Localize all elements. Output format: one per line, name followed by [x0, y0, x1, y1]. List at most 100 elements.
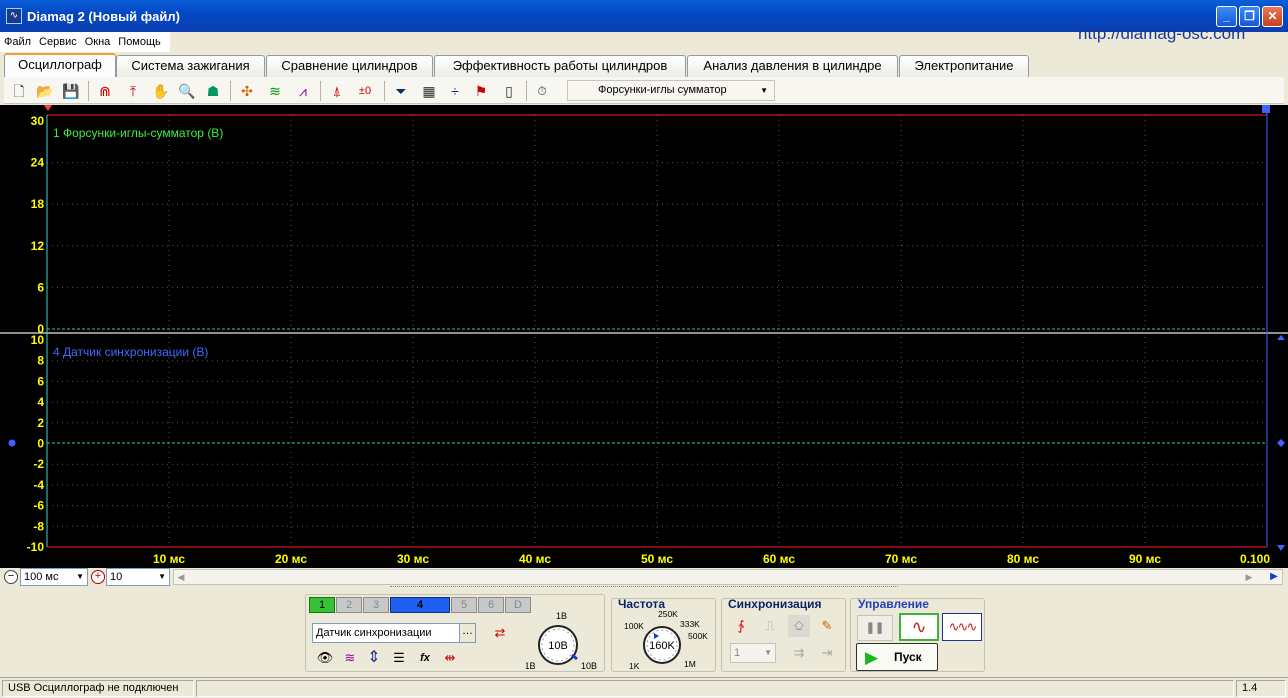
preset-dropdown[interactable]: Форсунки-иглы сумматор ▼ — [567, 80, 775, 101]
open-folder-icon[interactable]: 📂 — [34, 80, 56, 102]
sync-title: Синхронизация — [728, 597, 822, 611]
more-icon[interactable]: … — [459, 624, 475, 642]
plot2-y-tick: 8 — [37, 354, 44, 368]
freq-label-100k: 100K — [624, 621, 644, 631]
offset-icon[interactable]: ⇹ — [439, 647, 461, 669]
chevron-down-icon: ▼ — [76, 572, 84, 581]
channel-1-button[interactable]: 1 — [309, 597, 335, 613]
save-icon[interactable]: 💾 — [60, 80, 82, 102]
channel-3-button[interactable]: 3 — [363, 597, 389, 613]
grid-icon[interactable]: ▦ — [418, 80, 440, 102]
control-title: Управление — [858, 597, 929, 611]
freq-label-333k: 333K — [680, 619, 700, 629]
single-wave-icon[interactable]: ∿ — [899, 613, 939, 641]
zoom-in-icon[interactable]: + — [91, 570, 105, 584]
frequency-knob[interactable]: 160K 100K 250K 333K 500K 1K 1M — [612, 609, 717, 671]
cursor-measure-icon[interactable]: ⤒ — [122, 80, 144, 102]
sync-channel-select[interactable]: 1 ▼ — [730, 643, 776, 663]
control-panel: Управление ❚❚ ∿ ∿∿∿ ▶ Пуск — [850, 597, 985, 672]
plot2-y-tick: -10 — [27, 540, 45, 554]
x-tick-label: 80 мс — [1007, 552, 1039, 566]
split-icon[interactable]: ÷ — [444, 80, 466, 102]
notes-icon[interactable]: ▯ — [498, 80, 520, 102]
tab-power[interactable]: Электропитание — [899, 55, 1029, 77]
play-icon: ▶ — [865, 648, 879, 667]
start-label: Пуск — [894, 650, 922, 664]
menu-windows[interactable]: Окна — [81, 32, 115, 48]
x-tick-label: 0.100 — [1240, 552, 1270, 566]
offset-marker-left[interactable] — [8, 439, 16, 447]
channel-6-button[interactable]: 6 — [478, 597, 504, 613]
frequency-value: 160K — [649, 640, 675, 652]
oscilloscope-display[interactable]: 1 Форсунки-иглы-сумматор (В) 4 Датчик си… — [0, 105, 1288, 568]
compress-icon[interactable]: ✣ — [236, 80, 258, 102]
vertical-scale-icon[interactable]: ⇕ — [363, 647, 385, 669]
sensor-value: Датчик синхронизации — [316, 627, 432, 639]
timebase-select[interactable]: 100 мс ▼ — [20, 568, 88, 586]
scroll-right-icon[interactable]: ▶ — [1242, 570, 1256, 584]
eye-icon[interactable]: 👁 — [314, 647, 336, 669]
toolbar: 🗋 📂 💾 ⋒ ⤒ ✋ 🔍 ☗ ✣ ≋ ⩘ ⍋ ±0 ⏷ ▦ ÷ ⚑ ▯ ⏱ Ф… — [4, 77, 1284, 104]
plot1-y-tick: 12 — [31, 239, 45, 253]
tab-cylinder-efficiency[interactable]: Эффективность работы цилиндров — [434, 55, 686, 77]
tab-ignition[interactable]: Система зажигания — [116, 55, 265, 77]
continuous-wave-icon[interactable]: ∿∿∿ — [942, 613, 982, 641]
zoom-out-icon[interactable]: − — [4, 570, 18, 584]
plot2-y-tick: 6 — [37, 374, 44, 388]
auto-timer-icon[interactable]: ⏱ — [531, 80, 553, 102]
menu-help[interactable]: Помощь — [114, 32, 165, 48]
pause-icon[interactable]: ❚❚ — [857, 615, 893, 641]
start-button[interactable]: ▶ Пуск — [856, 643, 938, 671]
sync-level-icon[interactable]: ⇉ — [788, 642, 810, 664]
plot1-label: 1 Форсунки-иглы-сумматор (В) — [53, 126, 223, 140]
filter-funnel-icon[interactable]: ⏷ — [390, 80, 412, 102]
waves-icon[interactable]: ≋ — [264, 80, 286, 102]
sensor-swap-icon[interactable]: ⇄ — [489, 622, 511, 644]
probe-icon[interactable]: ⋒ — [94, 80, 116, 102]
channel-marker-top[interactable] — [1262, 105, 1270, 113]
voltage-knob[interactable]: 10В 1В 0.1В 10В — [526, 609, 606, 671]
close-button[interactable]: ✕ — [1262, 6, 1283, 27]
tab-oscilloscope[interactable]: Осциллограф — [4, 53, 116, 77]
auto-trigger-icon[interactable]: ✎ — [816, 615, 838, 637]
zoom-icon[interactable]: 🔍 — [176, 80, 198, 102]
trigger-down-icon[interactable]: ⎐ — [788, 615, 810, 637]
horizontal-scrollbar[interactable]: ◀ ▶ ▶ — [173, 569, 1283, 585]
filter-icon[interactable]: ☗ — [202, 80, 224, 102]
website-link[interactable]: http://diamag-osc.com — [1078, 24, 1245, 44]
menu-file[interactable]: Файл — [0, 32, 35, 48]
auto-scale-icon[interactable]: ⍋ — [326, 80, 348, 102]
line-style-icon[interactable]: ☰ — [388, 647, 410, 669]
channel-5-button[interactable]: 5 — [451, 597, 477, 613]
hand-pan-icon[interactable]: ✋ — [150, 80, 172, 102]
menu-bar: Файл Сервис Окна Помощь — [0, 32, 170, 52]
connection-status: USB Осциллограф не подключен — [2, 680, 194, 697]
function-icon[interactable]: fx — [414, 647, 436, 669]
sync-center-icon[interactable]: ⇥ — [816, 642, 838, 664]
wave-lines-icon[interactable]: ⩘ — [292, 80, 314, 102]
trigger-up-icon[interactable]: ⎍ — [759, 615, 781, 637]
freq-label-250k: 250K — [658, 609, 678, 619]
play-forward-icon[interactable]: ▶ — [1266, 570, 1282, 584]
timebase-row: − 100 мс ▼ + 10 ▼ ◀ ▶ ▶ — [0, 568, 1288, 586]
channel-2-button[interactable]: 2 — [336, 597, 362, 613]
rising-edge-icon[interactable]: ∱ — [730, 615, 752, 637]
zero-offset-icon[interactable]: ±0 — [354, 80, 376, 102]
scroll-left-icon[interactable]: ◀ — [174, 570, 188, 584]
version-status: 1.4 — [1236, 680, 1286, 697]
channel-4-button[interactable]: 4 — [390, 597, 450, 613]
wave-invert-icon[interactable]: ≋ — [339, 647, 361, 669]
new-file-icon[interactable]: 🗋 — [8, 80, 30, 102]
sensor-field[interactable]: Датчик синхронизации … — [312, 623, 476, 643]
plot1-y-tick: 6 — [37, 280, 44, 294]
chevron-down-icon: ▼ — [764, 648, 772, 657]
panel-splitter[interactable] — [390, 586, 898, 592]
marker-flag-icon[interactable]: ⚑ — [470, 80, 492, 102]
count-select[interactable]: 10 ▼ — [106, 568, 170, 586]
menu-service[interactable]: Сервис — [35, 32, 81, 48]
tab-cylinder-compare[interactable]: Сравнение цилиндров — [266, 55, 433, 77]
knob-value: 10В — [548, 640, 568, 652]
plot2-y-tick: 0 — [37, 437, 44, 451]
knob-min-label: 0.1В — [526, 661, 536, 671]
tab-pressure-analysis[interactable]: Анализ давления в цилиндре — [687, 55, 898, 77]
